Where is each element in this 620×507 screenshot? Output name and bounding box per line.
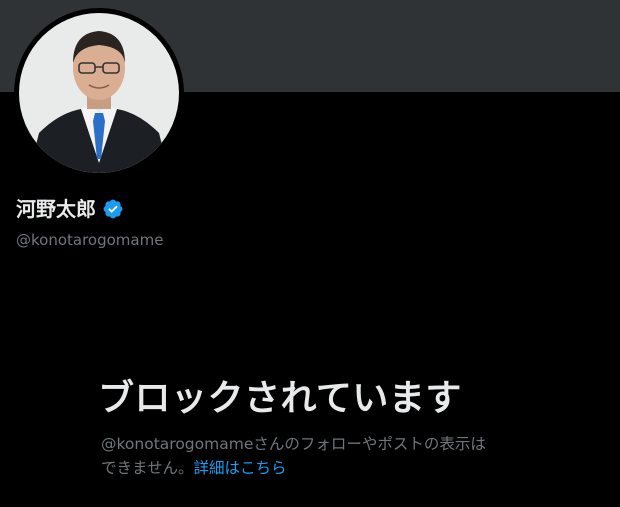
verified-badge-icon[interactable] <box>102 198 124 220</box>
learn-more-link[interactable]: 詳細はこちら <box>194 459 287 477</box>
display-name: 河野太郎 <box>16 197 96 221</box>
blocked-title: ブロックされています <box>98 378 462 419</box>
blocked-desc-line2: できません。 <box>101 459 194 477</box>
profile-avatar[interactable] <box>14 8 184 178</box>
profile-page: 河野太郎 @konotarogomame ブロックされています @konotar… <box>0 0 620 507</box>
blocked-description: @konotarogomameさんのフォローやポストの表示は できません。詳細は… <box>101 432 551 480</box>
profile-handle: @konotarogomame <box>16 231 164 249</box>
blocked-desc-line1: @konotarogomameさんのフォローやポストの表示は <box>101 435 486 453</box>
avatar-photo <box>19 13 179 173</box>
display-name-row: 河野太郎 <box>16 196 124 222</box>
